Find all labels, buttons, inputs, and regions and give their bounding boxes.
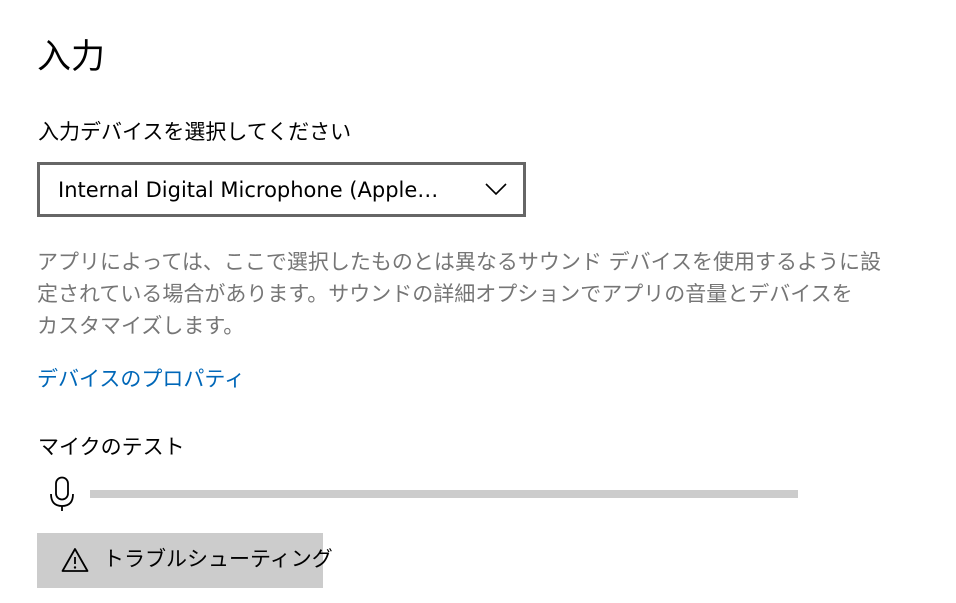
sound-input-settings-page: 入力 入力デバイスを選択してください Internal Digital Micr… — [0, 0, 956, 603]
device-properties-link[interactable]: デバイスのプロパティ — [37, 364, 245, 394]
description-line: カスタマイズします。 — [37, 314, 245, 338]
warning-icon — [61, 548, 89, 572]
mic-test-label: マイクのテスト — [38, 435, 185, 459]
chevron-down-icon — [485, 183, 507, 196]
input-device-selected-value: Internal Digital Microphone (Apple… — [58, 178, 439, 202]
mic-level-meter — [90, 490, 798, 498]
input-device-label: 入力デバイスを選択してください — [38, 120, 352, 144]
section-title: 入力 — [37, 37, 105, 77]
input-device-dropdown[interactable]: Internal Digital Microphone (Apple… — [37, 162, 526, 217]
troubleshoot-button-label: トラブルシューティング — [103, 548, 333, 571]
microphone-icon — [50, 476, 74, 511]
troubleshoot-button[interactable]: トラブルシューティング — [37, 533, 333, 588]
description-line: 定されている場合があります。サウンドの詳細オプションでアプリの音量とデバイスを — [37, 282, 853, 306]
input-device-description: アプリによっては、ここで選択したものとは異なるサウンド デバイスを使用するように… — [37, 246, 881, 342]
description-line: アプリによっては、ここで選択したものとは異なるサウンド デバイスを使用するように… — [37, 250, 881, 274]
